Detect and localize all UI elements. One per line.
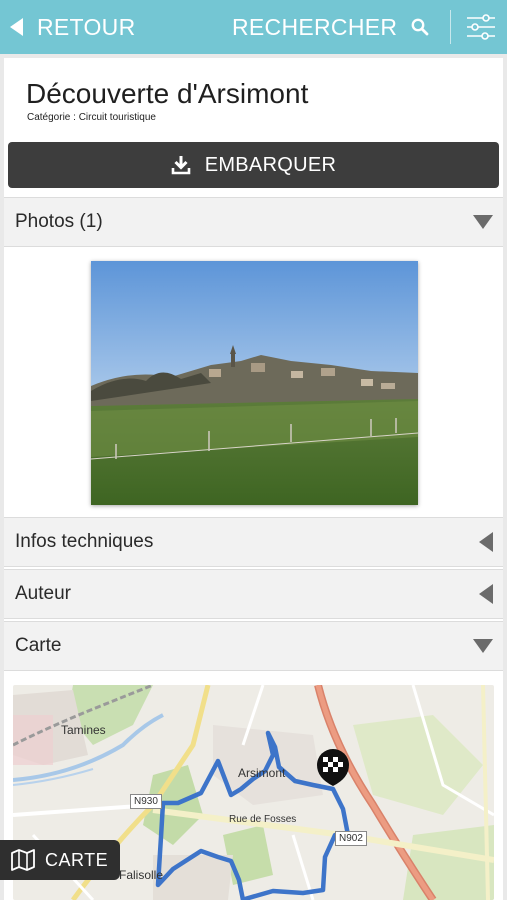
- chevron-down-icon: [473, 639, 493, 653]
- map-icon: [11, 849, 35, 871]
- header-divider: [450, 10, 451, 44]
- chevron-left-icon: [479, 532, 493, 552]
- carte-button-label: CARTE: [45, 849, 109, 870]
- chevron-left-icon: [479, 584, 493, 604]
- back-arrow-icon: [10, 18, 23, 36]
- search-label: RECHERCHER: [232, 13, 398, 40]
- embark-button[interactable]: EMBARQUER: [8, 142, 499, 188]
- section-infos-label: Infos techniques: [15, 531, 154, 552]
- embark-label: EMBARQUER: [204, 153, 337, 176]
- section-auteur-label: Auteur: [15, 583, 71, 604]
- top-bar: RETOUR RECHERCHER: [0, 0, 507, 54]
- section-auteur[interactable]: Auteur: [4, 569, 503, 619]
- map-road-fosses: Rue de Fosses: [229, 814, 297, 825]
- filter-settings-icon[interactable]: [466, 13, 496, 41]
- section-photos[interactable]: Photos (1): [4, 197, 503, 247]
- map-road-n930: N930: [130, 794, 162, 809]
- back-label: RETOUR: [37, 13, 136, 40]
- section-carte[interactable]: Carte: [4, 621, 503, 671]
- search-icon: [411, 18, 429, 36]
- detail-card: Découverte d'Arsimont Catégorie : Circui…: [4, 58, 503, 900]
- carte-button[interactable]: CARTE: [0, 840, 120, 880]
- section-infos-techniques[interactable]: Infos techniques: [4, 517, 503, 567]
- map-place-falisolle: Falisolle: [119, 868, 164, 882]
- section-photos-label: Photos (1): [15, 211, 103, 232]
- search-button[interactable]: RECHERCHER: [232, 0, 429, 54]
- map-road-n902: N902: [335, 831, 367, 846]
- category-label: Catégorie : Circuit touristique: [27, 112, 156, 123]
- arsimont-photo[interactable]: [91, 261, 418, 505]
- back-button[interactable]: RETOUR: [10, 0, 136, 54]
- download-icon: [171, 156, 190, 175]
- map-place-arsimont: Arsimont: [238, 766, 286, 780]
- section-carte-label: Carte: [15, 635, 62, 656]
- map-place-tamines: Tamines: [61, 723, 106, 737]
- chevron-down-icon: [473, 215, 493, 229]
- page-title: Découverte d'Arsimont: [26, 78, 309, 109]
